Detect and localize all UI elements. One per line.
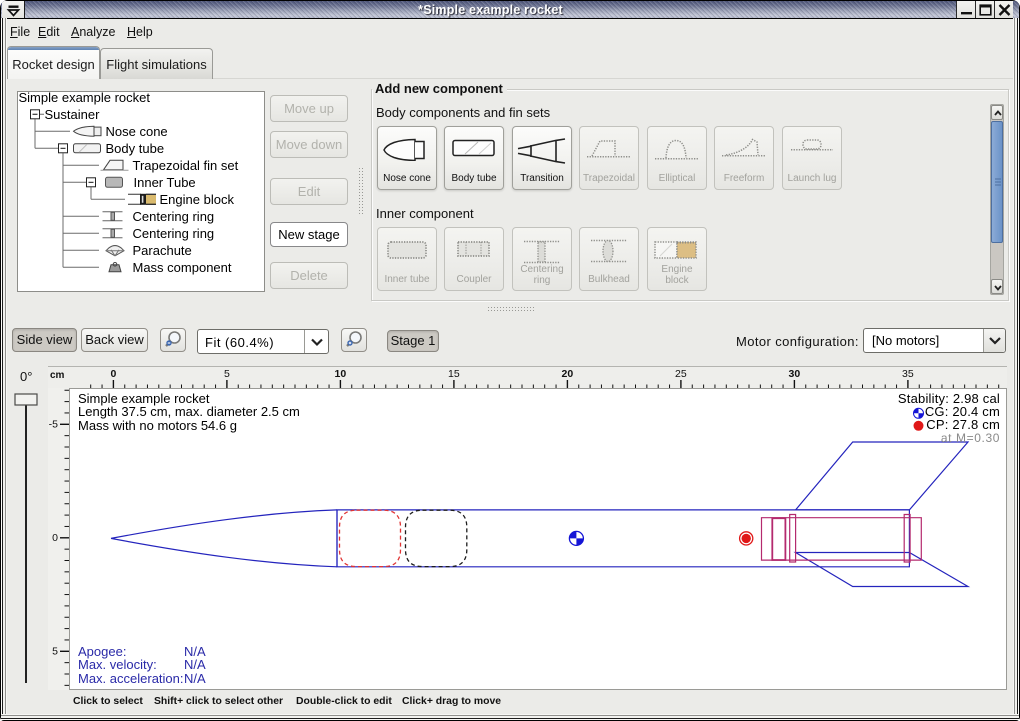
svg-text:35: 35 [902,368,914,380]
svg-text:0: 0 [110,368,116,380]
svg-text:25: 25 [675,368,687,380]
svg-text:5: 5 [224,368,230,380]
svg-text:-5: -5 [49,418,58,430]
svg-text:10: 10 [335,368,347,380]
svg-text:0: 0 [52,532,58,544]
svg-text:15: 15 [448,368,460,380]
svg-text:5: 5 [52,645,58,657]
svg-text:30: 30 [789,368,801,380]
svg-text:20: 20 [562,368,574,380]
